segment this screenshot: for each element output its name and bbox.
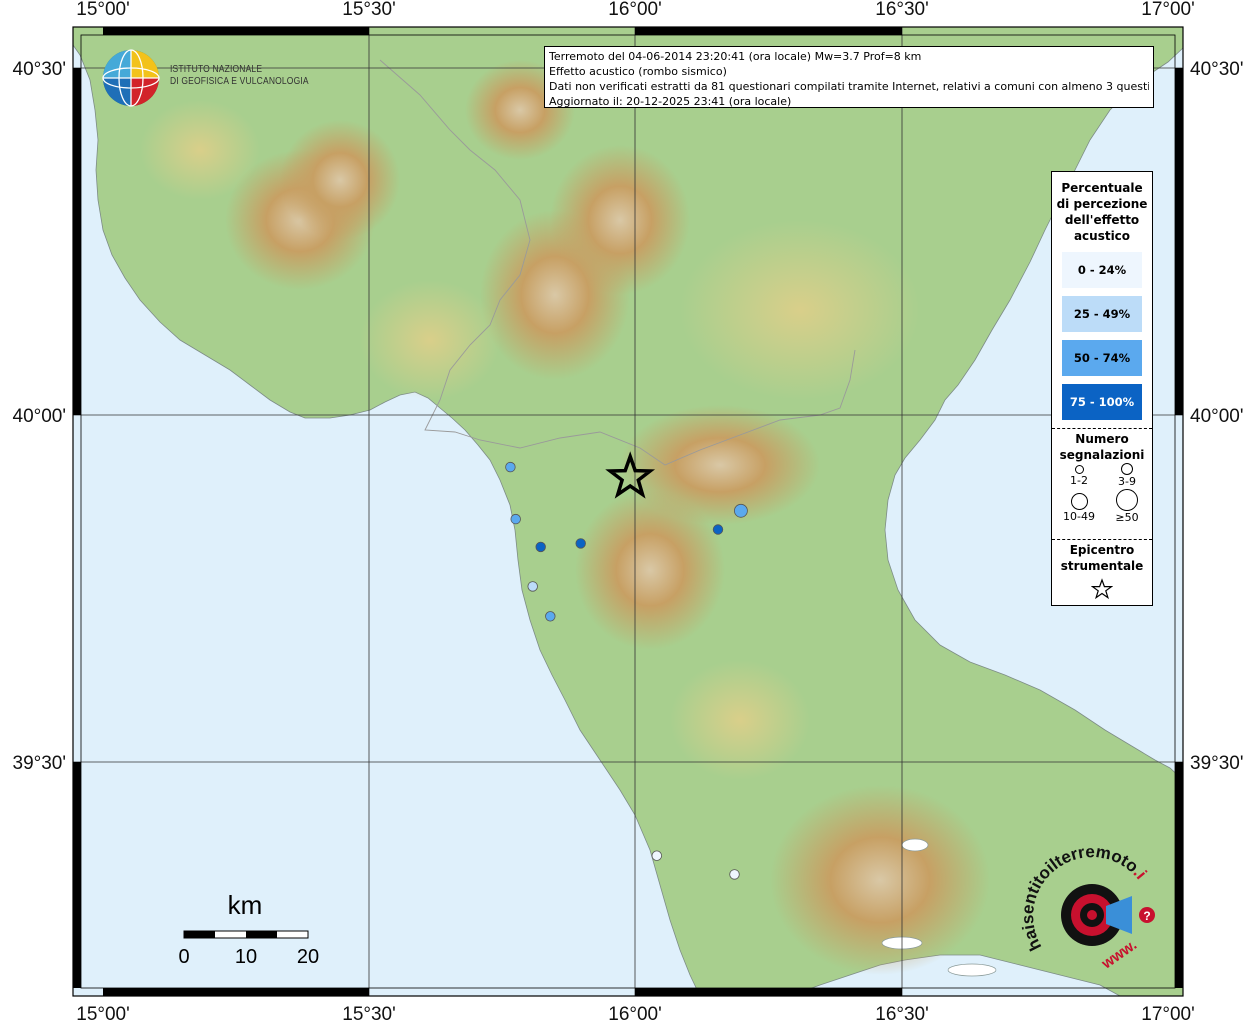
mountain-area bbox=[550, 145, 690, 295]
event-effect: Effetto acustico (rombo sismico) bbox=[549, 65, 727, 78]
size-circle-icon bbox=[1121, 463, 1133, 475]
legend-epicenter-title: Epicentro strumentale bbox=[1060, 543, 1144, 573]
lat-tick-label: 40°30' bbox=[1190, 59, 1244, 80]
lat-tick-label: 40°30' bbox=[13, 59, 67, 80]
observation-point bbox=[505, 461, 516, 473]
lon-tick-label: 15°00' bbox=[76, 1004, 130, 1024]
observation-point bbox=[545, 611, 556, 622]
legend-size-item: ≥50 bbox=[1110, 489, 1144, 524]
observation-point bbox=[729, 869, 740, 880]
hill-area bbox=[140, 100, 260, 200]
mountain-area bbox=[575, 490, 725, 650]
svg-text:?: ? bbox=[1143, 909, 1150, 923]
lon-tick-label: 15°00' bbox=[76, 0, 130, 20]
observation-point bbox=[734, 503, 748, 518]
legend-swatch: 50 - 74% bbox=[1062, 340, 1142, 376]
globe-icon bbox=[102, 49, 160, 107]
hill-area bbox=[680, 220, 920, 400]
lon-tick-label: 16°00' bbox=[608, 0, 662, 20]
lon-tick-label: 16°30' bbox=[875, 1004, 929, 1024]
scale-bar-label: 10 bbox=[235, 946, 257, 968]
lon-tick-label: 16°30' bbox=[875, 0, 929, 20]
lat-tick-label: 40°00' bbox=[1190, 406, 1244, 427]
lon-tick-label: 17°00' bbox=[1141, 1004, 1195, 1024]
lat-tick-label: 39°30' bbox=[13, 753, 67, 774]
legend-size-item: 10-49 bbox=[1058, 493, 1100, 523]
observation-point bbox=[651, 850, 663, 861]
observation-point bbox=[527, 581, 538, 592]
lat-tick-label: 40°00' bbox=[13, 406, 67, 427]
observation-point bbox=[510, 513, 521, 525]
observation-point bbox=[575, 538, 586, 549]
legend-size-item: 1-2 bbox=[1064, 465, 1094, 487]
legend-title: Percentuale di percezione dell'effetto a… bbox=[1056, 181, 1148, 243]
legend-size-label: 1-2 bbox=[1070, 474, 1088, 487]
lake bbox=[901, 838, 929, 852]
legend-size-label: 3-9 bbox=[1118, 475, 1136, 488]
lon-tick-label: 17°00' bbox=[1141, 0, 1195, 20]
event-title: Terremoto del 04-06-2014 23:20:41 (ora l… bbox=[549, 50, 922, 63]
institute-line: ISTITUTO NAZIONALE bbox=[170, 64, 263, 75]
event-data-note: Dati non verificati estratti da 81 quest… bbox=[549, 80, 1149, 93]
legend-swatch-label: 25 - 49% bbox=[1073, 307, 1131, 321]
scale-bar-unit: km bbox=[228, 890, 263, 920]
legend-swatch: 25 - 49% bbox=[1062, 296, 1142, 332]
legend-count-title: Numero segnalazioni bbox=[1059, 432, 1145, 462]
lat-tick-label: 39°30' bbox=[1190, 753, 1244, 774]
mountain-area bbox=[280, 120, 400, 240]
size-circle-icon bbox=[1070, 493, 1088, 510]
size-circle-icon bbox=[1116, 489, 1138, 511]
legend-star-icon bbox=[1090, 578, 1114, 600]
observation-point bbox=[535, 541, 546, 553]
size-circle-icon bbox=[1074, 465, 1084, 474]
map-legend: Percentuale di percezione dell'effetto a… bbox=[1051, 171, 1153, 606]
observation-point bbox=[712, 524, 724, 535]
legend-size-grid: 1-2 3-9 10-49 ≥50 bbox=[1052, 463, 1152, 541]
event-updated: Aggiornato il: 20-12-2025 23:41 (ora loc… bbox=[549, 95, 792, 108]
legend-swatch-label: 75 - 100% bbox=[1069, 395, 1135, 409]
scale-bar-label: 20 bbox=[297, 946, 319, 968]
lake bbox=[947, 963, 997, 977]
institute-line: DI GEOFISICA E VULCANOLOGIA bbox=[170, 76, 309, 87]
legend-swatch-label: 0 - 24% bbox=[1077, 263, 1127, 277]
legend-divider bbox=[1052, 428, 1152, 429]
mountain-area bbox=[770, 785, 990, 975]
lon-tick-label: 15°30' bbox=[342, 0, 396, 20]
legend-size-item: 3-9 bbox=[1112, 463, 1142, 488]
legend-swatch-label: 50 - 74% bbox=[1073, 351, 1131, 365]
lon-tick-label: 16°00' bbox=[608, 1004, 662, 1024]
legend-size-label: 10-49 bbox=[1063, 510, 1095, 523]
event-info-box: Terremoto del 04-06-2014 23:20:41 (ora l… bbox=[544, 46, 1154, 108]
legend-swatch: 0 - 24% bbox=[1062, 252, 1142, 288]
legend-size-label: ≥50 bbox=[1115, 511, 1139, 524]
lon-tick-label: 15°30' bbox=[342, 1004, 396, 1024]
scale-bar-label: 0 bbox=[178, 946, 189, 968]
institute-name: ISTITUTO NAZIONALE DI GEOFISICA E VULCAN… bbox=[170, 64, 309, 88]
legend-swatch: 75 - 100% bbox=[1062, 384, 1142, 420]
hill-area bbox=[360, 280, 500, 400]
